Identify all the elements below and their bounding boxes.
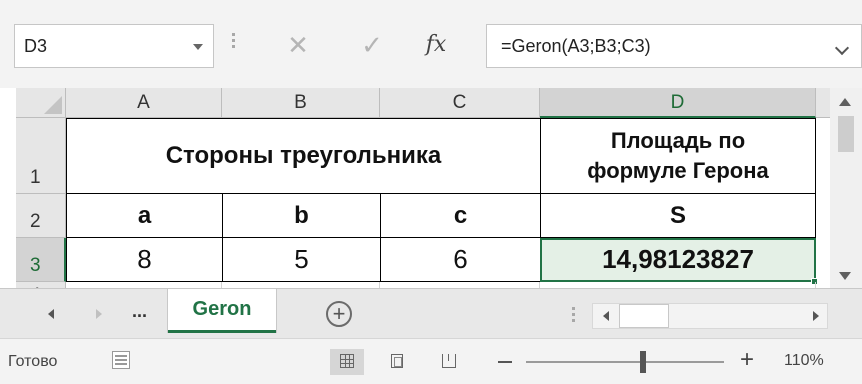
tab-split-grip-icon[interactable] [572, 307, 576, 325]
scroll-left-icon[interactable] [603, 311, 609, 321]
name-box[interactable]: D3 [14, 24, 214, 68]
column-header-c[interactable]: C [380, 88, 540, 118]
header-area-cell[interactable]: Площадь по формуле Герона [540, 118, 816, 194]
page-layout-view-button[interactable] [380, 349, 414, 375]
insert-function-icon[interactable]: fx [416, 24, 456, 68]
horizontal-scrollbar[interactable] [592, 303, 828, 329]
formula-bar: D3 ✕ ✓ fx =Geron(A3;B3;C3) [0, 0, 862, 88]
cell-d2[interactable]: S [540, 194, 816, 238]
sheet-tab-geron[interactable]: Geron [168, 289, 276, 333]
scroll-up-icon[interactable] [839, 98, 851, 106]
formula-text: =Geron(A3;B3;C3) [501, 36, 651, 56]
normal-view-button[interactable] [330, 349, 364, 375]
cell-c2[interactable]: c [380, 194, 540, 238]
sheet-tabs-bar: ... Geron + [0, 288, 862, 338]
cell-a3[interactable]: 8 [66, 238, 222, 282]
zoom-slider-track[interactable] [526, 361, 724, 363]
cell-c3[interactable]: 6 [380, 238, 540, 282]
zoom-out-button[interactable] [498, 361, 512, 363]
page-layout-icon [391, 354, 403, 368]
zoom-in-button[interactable]: + [740, 347, 754, 373]
cell-d3-active[interactable]: 14,98123827 [540, 238, 816, 282]
grid-view-icon [340, 354, 354, 368]
cell-a2[interactable]: a [66, 194, 222, 238]
cell-b2[interactable]: b [222, 194, 380, 238]
close-icon[interactable]: ✕ [278, 24, 318, 68]
header-area-line2: формуле Герона [587, 158, 769, 183]
page-break-preview-button[interactable] [432, 349, 466, 375]
cell-b3[interactable]: 5 [222, 238, 380, 282]
header-area-line1: Площадь по [610, 128, 746, 153]
scroll-down-icon[interactable] [839, 272, 851, 280]
next-sheet-icon[interactable] [96, 309, 102, 319]
scroll-right-icon[interactable] [813, 311, 819, 321]
column-header-a[interactable]: A [66, 88, 222, 118]
zoom-slider-thumb[interactable] [640, 351, 646, 373]
scroll-thumb[interactable] [838, 116, 854, 152]
row-header-1[interactable]: 1 [16, 118, 66, 194]
column-header-d[interactable]: D [540, 88, 816, 118]
merged-header-sides[interactable]: Стороны треугольника [66, 118, 540, 194]
select-all-corner[interactable] [16, 88, 66, 118]
previous-sheet-icon[interactable] [48, 309, 54, 319]
column-header-b[interactable]: B [222, 88, 380, 118]
row-header-2[interactable]: 2 [16, 194, 66, 238]
more-sheets-button[interactable]: ... [132, 301, 147, 322]
chevron-down-icon[interactable] [193, 44, 203, 50]
horizontal-scroll-thumb[interactable] [619, 304, 669, 328]
expand-formula-bar-icon[interactable] [834, 40, 850, 56]
row-header-3[interactable]: 3 [16, 238, 66, 282]
status-bar: Готово + 110% [0, 338, 862, 384]
status-text: Готово [8, 353, 58, 370]
zoom-level[interactable]: 110% [784, 352, 824, 370]
checkmark-icon[interactable]: ✓ [352, 24, 392, 68]
plus-circle-icon[interactable]: + [326, 301, 352, 327]
worksheet-grid: A B C D 1 2 3 4 Стороны треугольника Пло… [0, 88, 830, 288]
column-header-e[interactable] [816, 88, 830, 118]
formula-input[interactable]: =Geron(A3;B3;C3) [486, 24, 862, 68]
macro-recorder-icon[interactable] [112, 351, 130, 369]
vertical-scrollbar[interactable] [830, 88, 862, 288]
name-box-value: D3 [24, 36, 48, 56]
page-break-icon [442, 354, 456, 368]
resize-grip-icon[interactable] [232, 33, 236, 55]
